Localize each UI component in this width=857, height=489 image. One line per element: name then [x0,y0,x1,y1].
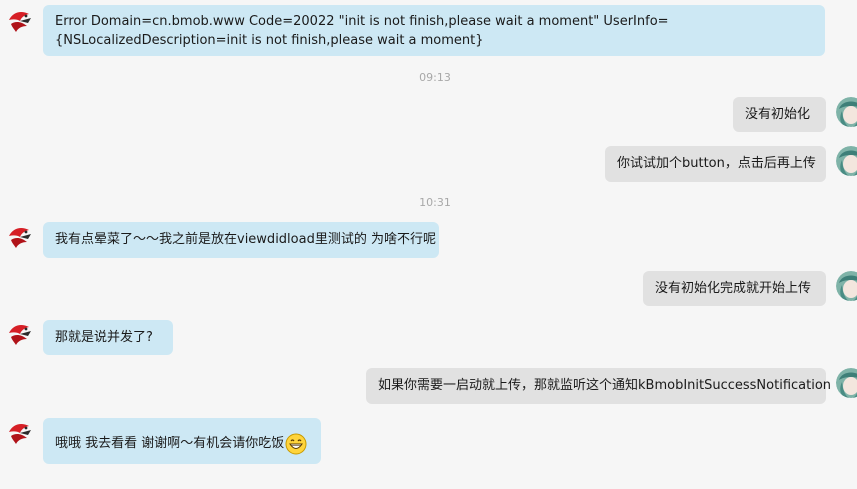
anime-girl-avatar-icon[interactable] [836,368,857,398]
bird-logo-icon[interactable] [5,6,35,36]
message-bubble[interactable]: 你试试加个button，点击后再上传 [605,146,826,182]
message-bubble[interactable]: 如果你需要一启动就上传，那就监听这个通知kBmobInitSuccessNoti… [366,368,831,404]
bird-logo-icon[interactable] [5,418,35,448]
message-text: 没有初始化 [745,107,811,122]
message-text: 如果你需要一启动就上传，那就监听这个通知kBmobInitSuccessNoti… [378,378,832,393]
message-text: Error Domain=cn.bmob.www Code=20022 "ini… [55,14,669,48]
message-bubble[interactable]: 那就是说并发了? [43,320,173,355]
message-bubble[interactable]: Error Domain=cn.bmob.www Code=20022 "ini… [43,5,825,56]
bird-logo-icon[interactable] [5,222,35,252]
message-text: 没有初始化完成就开始上传 [655,281,812,296]
message-bubble[interactable]: 哦哦 我去看看 谢谢啊～有机会请你吃饭 [43,418,321,464]
grinning-emoji-icon [285,426,307,478]
anime-girl-avatar-icon[interactable] [836,97,857,127]
message-bubble[interactable]: 没有初始化 [733,97,826,132]
message-bubble[interactable]: 我有点晕菜了～～我之前是放在viewdidload里测试的 为啥不行呢 [43,222,439,258]
bird-logo-icon[interactable] [5,319,35,349]
message-text: 哦哦 我去看看 谢谢啊～有机会请你吃饭 [55,436,285,451]
anime-girl-avatar-icon[interactable] [836,271,857,301]
anime-girl-avatar-icon[interactable] [836,146,857,176]
timestamp: 10:31 [419,196,451,209]
message-text: 那就是说并发了? [55,330,153,345]
chat-transcript: Error Domain=cn.bmob.www Code=20022 "ini… [0,0,857,489]
message-bubble[interactable]: 没有初始化完成就开始上传 [643,271,826,306]
timestamp: 09:13 [419,71,451,84]
message-text: 我有点晕菜了～～我之前是放在viewdidload里测试的 为啥不行呢 [55,232,436,247]
message-text: 你试试加个button，点击后再上传 [617,156,816,171]
